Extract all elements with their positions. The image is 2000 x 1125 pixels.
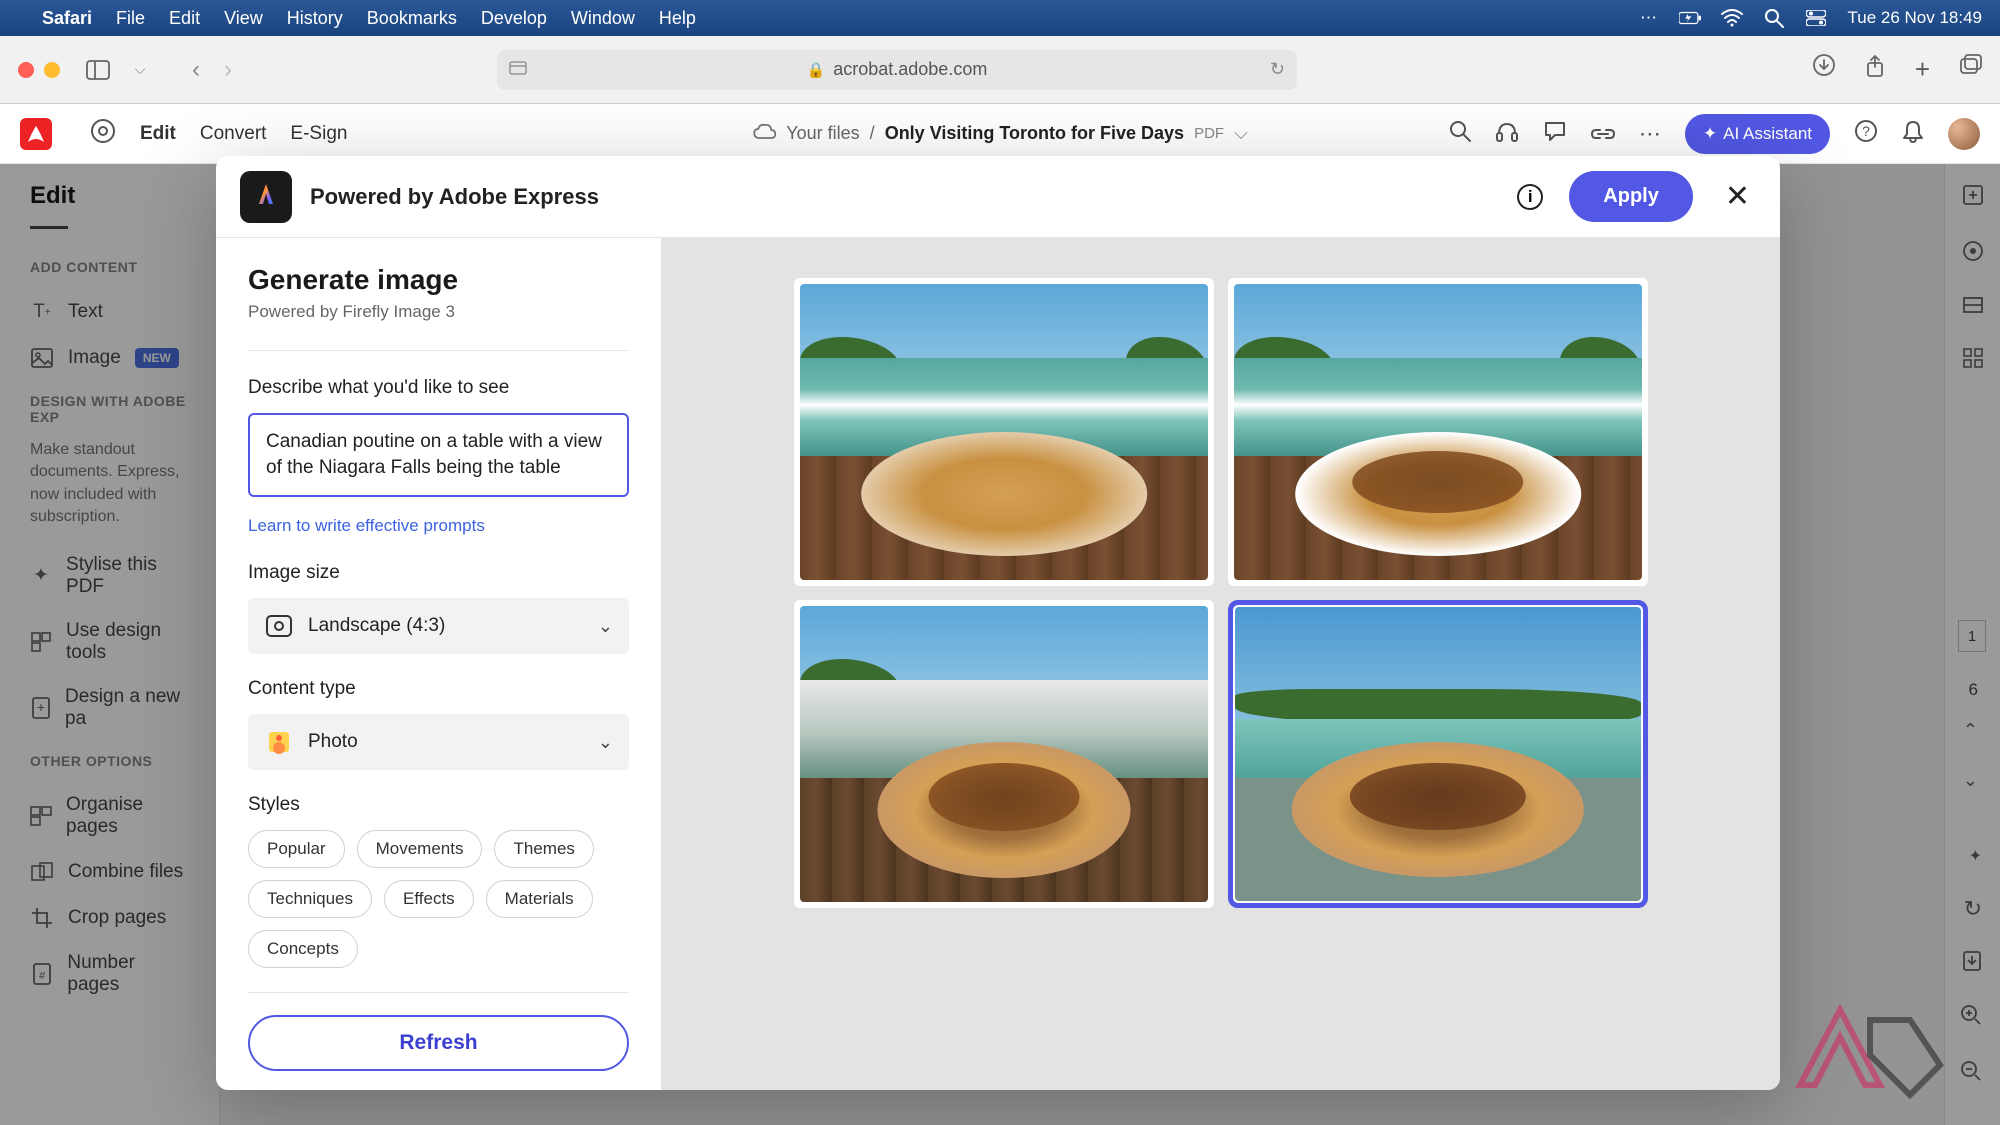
prompt-label: Describe what you'd like to see: [248, 377, 629, 399]
window-controls: [18, 62, 60, 78]
app-name[interactable]: Safari: [42, 8, 92, 29]
chip-materials[interactable]: Materials: [486, 880, 593, 918]
result-image-4[interactable]: [1228, 600, 1648, 908]
breadcrumb-chevron-icon[interactable]: ⌵: [1234, 123, 1248, 144]
sidebar-toggle-icon[interactable]: [84, 56, 112, 84]
chevron-down-icon: ⌄: [598, 616, 613, 637]
home-icon[interactable]: [90, 118, 116, 149]
modal-powered-by: Powered by Adobe Express: [310, 184, 599, 210]
image-size-value: Landscape (4:3): [308, 615, 445, 637]
chip-popular[interactable]: Popular: [248, 830, 345, 868]
prompts-help-link[interactable]: Learn to write effective prompts: [248, 516, 485, 536]
adobe-express-logo: [240, 171, 292, 223]
site-settings-icon[interactable]: [509, 59, 527, 80]
close-icon[interactable]: ✕: [1719, 173, 1756, 220]
close-window-button[interactable]: [18, 62, 34, 78]
tab-esign[interactable]: E-Sign: [290, 123, 347, 145]
url-bar[interactable]: 🔒 acrobat.adobe.com ↻: [497, 50, 1297, 90]
chip-techniques[interactable]: Techniques: [248, 880, 372, 918]
battery-icon[interactable]: [1679, 7, 1701, 29]
form-panel: Generate image Powered by Firefly Image …: [216, 238, 662, 1090]
clock[interactable]: Tue 26 Nov 18:49: [1847, 8, 1982, 28]
svg-text:?: ?: [1862, 123, 1870, 139]
result-image-2[interactable]: [1228, 278, 1648, 586]
breadcrumb: Your files / Only Visiting Toronto for F…: [752, 122, 1247, 145]
tab-group-chevron-icon[interactable]: ⌵: [126, 56, 154, 84]
status-dots-icon[interactable]: ⋯: [1637, 7, 1659, 29]
sparkle-icon: ✦: [1703, 124, 1717, 144]
chip-movements[interactable]: Movements: [357, 830, 483, 868]
new-tab-icon[interactable]: +: [1915, 54, 1930, 85]
aspect-ratio-icon: [264, 611, 294, 641]
image-size-select[interactable]: Landscape (4:3) ⌄: [248, 598, 629, 654]
avatar[interactable]: [1948, 118, 1980, 150]
ai-assistant-label: AI Assistant: [1723, 124, 1812, 144]
help-icon[interactable]: ?: [1854, 119, 1878, 149]
back-button[interactable]: ‹: [192, 56, 200, 84]
tab-overview-icon[interactable]: [1960, 54, 1982, 85]
wifi-icon[interactable]: [1721, 7, 1743, 29]
downloads-icon[interactable]: [1813, 54, 1835, 85]
chevron-down-icon: ⌄: [598, 732, 613, 753]
menu-develop[interactable]: Develop: [481, 8, 547, 29]
results-panel: [662, 238, 1780, 1090]
menu-edit[interactable]: Edit: [169, 8, 200, 29]
chip-effects[interactable]: Effects: [384, 880, 474, 918]
image-size-label: Image size: [248, 562, 629, 584]
prompt-input[interactable]: [248, 413, 629, 497]
spotlight-icon[interactable]: [1763, 7, 1785, 29]
minimize-window-button[interactable]: [44, 62, 60, 78]
lock-icon: 🔒: [807, 61, 826, 79]
menu-bookmarks[interactable]: Bookmarks: [367, 8, 457, 29]
more-icon[interactable]: ⋯: [1639, 121, 1661, 147]
acrobat-topbar: Edit Convert E-Sign Your files / Only Vi…: [0, 104, 2000, 164]
photo-icon: [264, 727, 294, 757]
link-icon[interactable]: [1591, 121, 1615, 147]
safari-toolbar: ⌵ ‹ › 🔒 acrobat.adobe.com ↻ +: [0, 36, 2000, 104]
modal-title: Generate image: [248, 264, 629, 296]
content-type-value: Photo: [308, 731, 358, 753]
ai-assistant-button[interactable]: ✦ AI Assistant: [1685, 114, 1830, 154]
breadcrumb-root[interactable]: Your files: [786, 123, 859, 144]
control-center-icon[interactable]: [1805, 7, 1827, 29]
url-text: acrobat.adobe.com: [833, 59, 987, 80]
tab-convert[interactable]: Convert: [200, 123, 267, 145]
results-grid: [794, 278, 1648, 908]
refresh-button[interactable]: Refresh: [248, 1015, 629, 1071]
notifications-icon[interactable]: [1902, 119, 1924, 149]
watermark-logo: [1770, 995, 1970, 1105]
terms-link[interactable]: Adobe Generative AI terms: [248, 1087, 629, 1090]
acrobat-logo[interactable]: [20, 118, 52, 150]
content-type-label: Content type: [248, 678, 629, 700]
breadcrumb-sep: /: [870, 123, 875, 144]
result-image-1[interactable]: [794, 278, 1214, 586]
search-icon[interactable]: [1449, 120, 1471, 148]
result-image-3[interactable]: [794, 600, 1214, 908]
chip-concepts[interactable]: Concepts: [248, 930, 358, 968]
breadcrumb-ext: PDF: [1194, 125, 1224, 142]
generate-image-modal: Powered by Adobe Express i Apply ✕ Gener…: [216, 156, 1780, 1090]
content-type-select[interactable]: Photo ⌄: [248, 714, 629, 770]
chip-themes[interactable]: Themes: [494, 830, 593, 868]
menu-file[interactable]: File: [116, 8, 145, 29]
comment-icon[interactable]: [1543, 120, 1567, 148]
forward-button[interactable]: ›: [224, 56, 232, 84]
macos-menu-bar: Safari File Edit View History Bookmarks …: [0, 0, 2000, 36]
menu-history[interactable]: History: [287, 8, 343, 29]
reload-icon[interactable]: ↻: [1270, 59, 1285, 80]
share-icon[interactable]: [1865, 54, 1885, 85]
modal-header: Powered by Adobe Express i Apply ✕: [216, 156, 1780, 238]
style-chips: Popular Movements Themes Techniques Effe…: [248, 830, 629, 968]
modal-subtitle: Powered by Firefly Image 3: [248, 302, 629, 322]
menu-help[interactable]: Help: [659, 8, 696, 29]
breadcrumb-doc[interactable]: Only Visiting Toronto for Five Days: [885, 123, 1184, 144]
cloud-icon: [752, 122, 776, 145]
menu-window[interactable]: Window: [571, 8, 635, 29]
info-icon[interactable]: i: [1517, 184, 1543, 210]
menu-view[interactable]: View: [224, 8, 263, 29]
styles-label: Styles: [248, 794, 629, 816]
headset-icon[interactable]: [1495, 120, 1519, 148]
apply-button[interactable]: Apply: [1569, 171, 1693, 222]
tab-edit[interactable]: Edit: [140, 123, 176, 145]
